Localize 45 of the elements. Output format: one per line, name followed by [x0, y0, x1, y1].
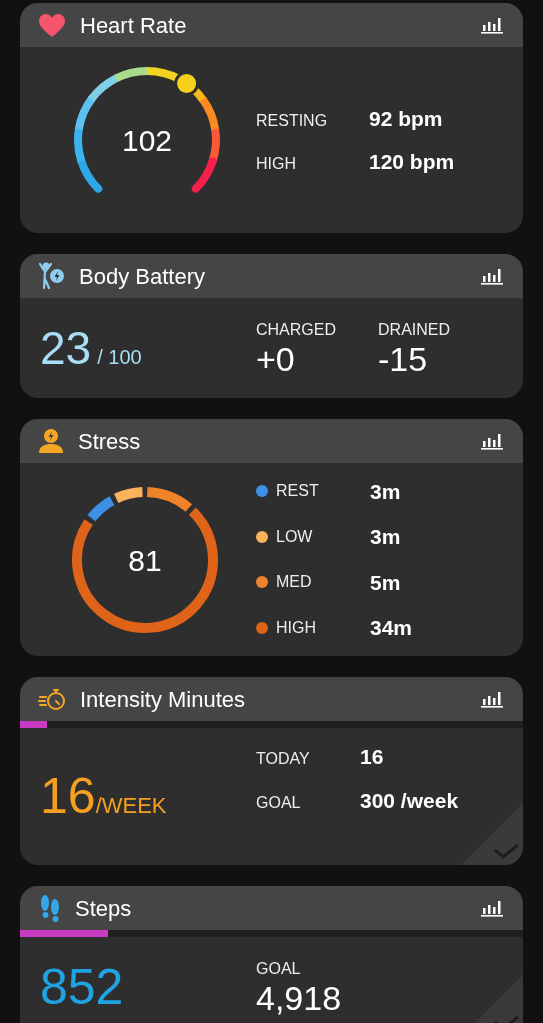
card-title: Stress	[78, 427, 142, 456]
heart-icon	[38, 12, 66, 38]
stat-value: 300 /week	[360, 787, 459, 814]
legend-value: 34m	[370, 615, 413, 641]
card-title: Body Battery	[79, 262, 206, 291]
stat-value: 120 bpm	[369, 149, 455, 175]
chart-button[interactable]	[481, 267, 503, 285]
legend-value: 3m	[370, 524, 401, 550]
reading-unit: /WEEK	[95, 793, 167, 820]
card-title: Heart Rate	[80, 11, 188, 40]
card-title: Intensity Minutes	[80, 685, 247, 714]
legend-label: HIGH	[276, 617, 317, 638]
stat-label: CHARGED	[256, 320, 336, 341]
person-icon	[38, 428, 64, 454]
reading-value: 23	[40, 324, 92, 371]
reading-value: 16	[40, 771, 96, 821]
legend-label: REST	[276, 481, 320, 502]
legend-label: LOW	[276, 526, 314, 547]
stat-label: GOAL	[256, 959, 302, 980]
chart-button[interactable]	[481, 690, 503, 708]
stat-label: TODAY	[256, 749, 311, 769]
legend-value: 3m	[370, 478, 401, 505]
heart-rate-value: 102	[121, 122, 173, 159]
chart-button[interactable]	[481, 432, 503, 450]
chart-button[interactable]	[481, 899, 503, 917]
gauge-marker	[174, 71, 200, 96]
stat-value: 92 bpm	[369, 105, 443, 132]
stress-value: 81	[128, 542, 162, 578]
chart-button[interactable]	[481, 16, 503, 34]
stat-label: DRAINED	[378, 320, 451, 341]
reading-value: 852	[40, 962, 124, 1012]
stopwatch-icon	[38, 687, 66, 711]
stat-label: GOAL	[256, 792, 302, 813]
stat-label: HIGH	[256, 154, 297, 174]
stat-value: 4,918	[256, 981, 342, 1017]
legend-value: 5m	[370, 569, 401, 596]
figure-icon	[38, 262, 65, 290]
card-title: Steps	[75, 894, 133, 923]
footprints-icon	[38, 893, 61, 923]
stat-value: -15	[378, 342, 429, 378]
legend-label: MED	[276, 572, 313, 593]
stat-value: +0	[256, 342, 296, 378]
stat-value: 16	[360, 744, 384, 770]
stat-label: RESTING	[256, 110, 329, 131]
reading-unit: / 100	[97, 344, 142, 370]
